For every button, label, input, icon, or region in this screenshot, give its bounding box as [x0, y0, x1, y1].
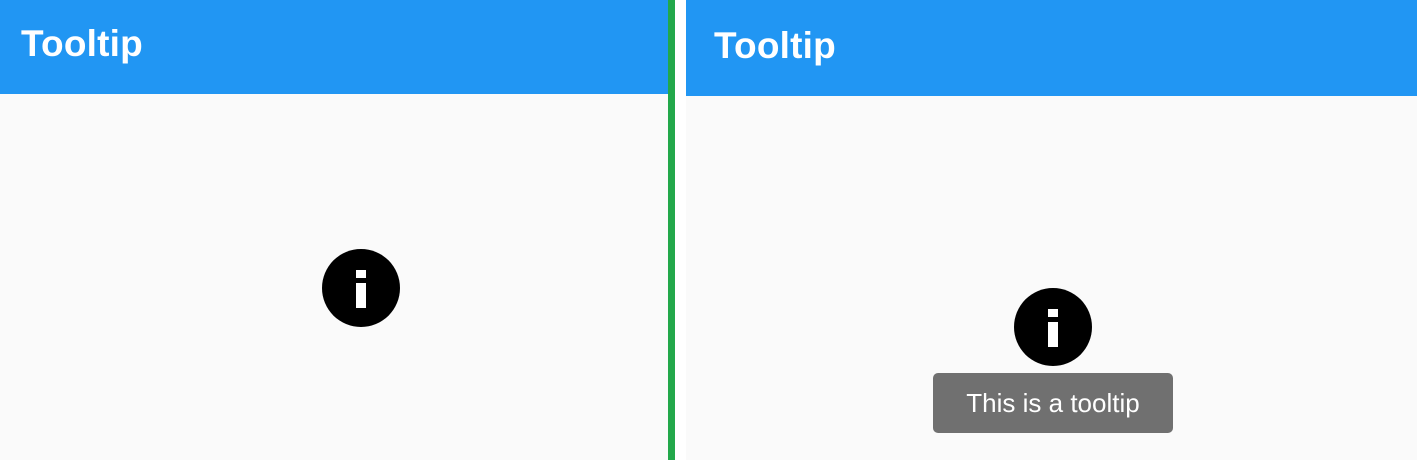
screen-after: Tooltip This is a tooltip: [686, 0, 1417, 460]
screen-before: Tooltip: [0, 0, 668, 460]
app-bar: Tooltip: [0, 0, 668, 94]
info-icon[interactable]: [1014, 288, 1092, 366]
app-bar-title: Tooltip: [21, 23, 143, 64]
screen-divider: [668, 0, 675, 460]
screenshot-comparison: Tooltip Tooltip This is a tooltip: [0, 0, 1417, 460]
tooltip: This is a tooltip: [933, 373, 1173, 433]
screen-gap: [675, 0, 686, 460]
app-bar: Tooltip: [686, 0, 1417, 96]
info-icon[interactable]: [322, 249, 400, 327]
app-bar-title: Tooltip: [714, 25, 836, 66]
